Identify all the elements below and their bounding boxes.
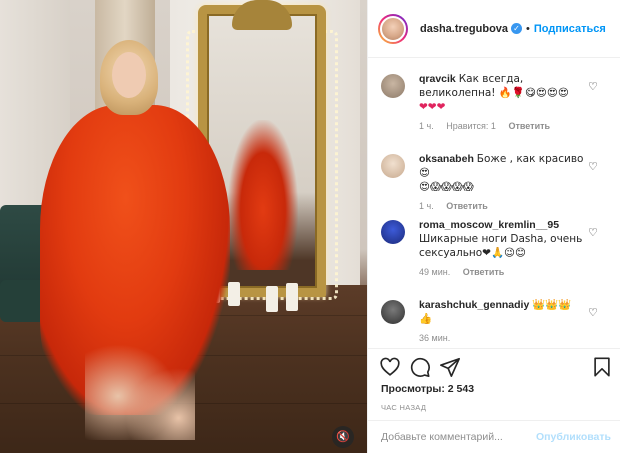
author-username[interactable]: dasha.tregubova bbox=[420, 23, 508, 35]
post-sidebar: dasha.tregubova ✓ • Подписаться qravcik … bbox=[367, 0, 620, 453]
bookmark-icon[interactable] bbox=[591, 356, 613, 378]
separator-dot: • bbox=[526, 22, 530, 35]
comment-body: karashchuk_gennadiy 👑👑👑 👍 36 мин. bbox=[419, 298, 584, 345]
commenter-avatar[interactable] bbox=[381, 154, 405, 178]
reply-button[interactable]: Ответить bbox=[508, 121, 550, 131]
comment-time: 1 ч. bbox=[419, 201, 434, 211]
speaker-muted-icon[interactable]: 🔇 bbox=[332, 426, 354, 448]
comment-time: 36 мин. bbox=[419, 333, 451, 343]
candle bbox=[266, 286, 278, 312]
comment-body: roma_moscow_kremlin__95 Шикарные ноги Da… bbox=[419, 218, 584, 279]
commenter-avatar[interactable] bbox=[381, 300, 405, 324]
comment-text-line2: 👍 bbox=[419, 313, 433, 325]
heart-icon[interactable] bbox=[379, 356, 401, 378]
post-timestamp: ЧАС НАЗАД bbox=[381, 403, 427, 412]
comment-username[interactable]: oksanabeh bbox=[419, 153, 474, 165]
post-video[interactable]: 🔇 bbox=[0, 0, 367, 453]
like-comment-heart-icon[interactable]: ♡ bbox=[588, 226, 598, 239]
like-comment-heart-icon[interactable]: ♡ bbox=[588, 160, 598, 173]
comment-text: 👑👑👑 bbox=[532, 299, 572, 311]
comment-meta: 1 ч. Нравится: 1 Ответить bbox=[419, 119, 584, 133]
comment-meta: 49 мин. Ответить bbox=[419, 265, 584, 279]
comment-input[interactable] bbox=[381, 431, 537, 443]
mirror-reflection bbox=[228, 120, 298, 270]
comment-composer: Опубликовать bbox=[368, 420, 620, 453]
comment-time: 49 мин. bbox=[419, 267, 451, 277]
reply-button[interactable]: Ответить bbox=[446, 201, 488, 211]
like-comment-heart-icon[interactable]: ♡ bbox=[588, 80, 598, 93]
follow-button[interactable]: Подписаться bbox=[534, 23, 606, 35]
candle bbox=[286, 283, 298, 311]
comment-text-line2: ❤❤❤ bbox=[419, 101, 446, 113]
verified-badge-icon: ✓ bbox=[511, 23, 523, 34]
post-header: dasha.tregubova ✓ • Подписаться bbox=[368, 0, 620, 58]
comment-meta: 36 мин. bbox=[419, 331, 584, 345]
publish-button[interactable]: Опубликовать bbox=[536, 431, 611, 443]
comment-text-line2: 😍😱😱😱😱 bbox=[419, 181, 474, 193]
comment-username[interactable]: roma_moscow_kremlin__95 bbox=[419, 219, 559, 231]
commenter-avatar[interactable] bbox=[381, 74, 405, 98]
comment-body: qravcik Как всегда, великолепна! 🔥🌹😋😍😍😍 … bbox=[419, 72, 584, 133]
share-icon[interactable] bbox=[439, 356, 461, 378]
comments-list[interactable]: qravcik Как всегда, великолепна! 🔥🌹😋😍😍😍 … bbox=[368, 58, 620, 348]
comment-meta: 1 ч. Ответить bbox=[419, 199, 584, 213]
comment-likes[interactable]: Нравится: 1 bbox=[446, 121, 496, 131]
face bbox=[112, 52, 146, 98]
comment-username[interactable]: qravcik bbox=[419, 73, 456, 85]
author-avatar[interactable] bbox=[378, 13, 408, 44]
reply-button[interactable]: Ответить bbox=[463, 267, 505, 277]
view-count[interactable]: Просмотры: 2 543 bbox=[381, 383, 474, 395]
like-comment-heart-icon[interactable]: ♡ bbox=[588, 306, 598, 319]
comment-username[interactable]: karashchuk_gennadiy bbox=[419, 299, 529, 311]
legs bbox=[85, 330, 195, 440]
comment-time: 1 ч. bbox=[419, 121, 434, 131]
comment-text: Шикарные ноги Dasha, очень сексуально❤🙏😉… bbox=[419, 233, 583, 259]
comment-body: oksanabeh Боже , как красиво 😍 😍😱😱😱😱 1 ч… bbox=[419, 152, 584, 213]
commenter-avatar[interactable] bbox=[381, 220, 405, 244]
post-actions: Просмотры: 2 543 ЧАС НАЗАД bbox=[368, 348, 620, 420]
comment-icon[interactable] bbox=[409, 356, 431, 378]
